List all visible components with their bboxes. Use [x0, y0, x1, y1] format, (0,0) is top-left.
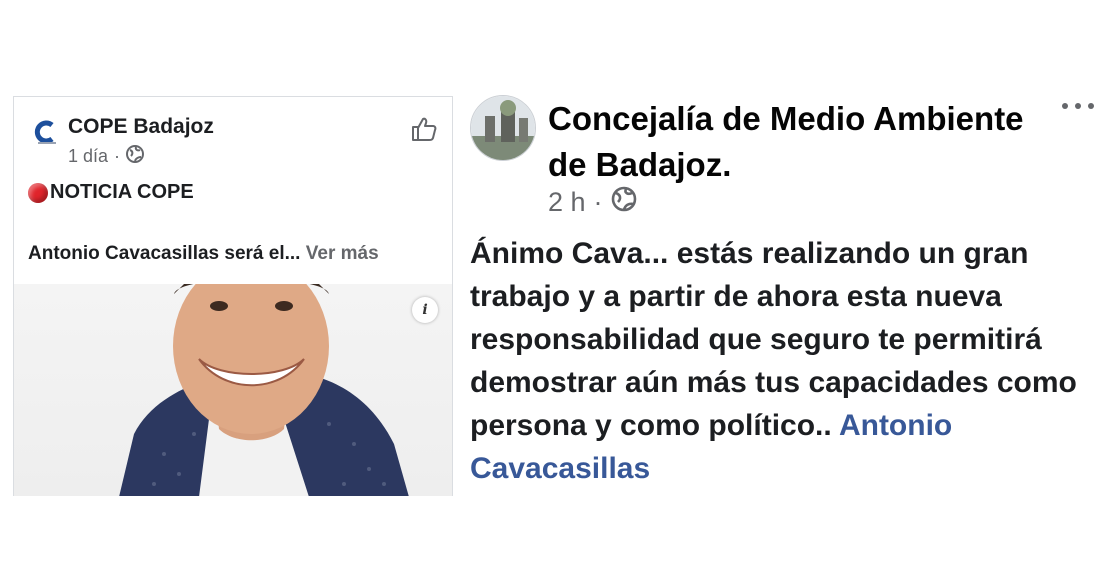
post-photo[interactable]	[14, 284, 452, 496]
separator: ·	[593, 187, 603, 217]
post-summary: Antonio Cavacasillas será el... Ver más	[28, 243, 379, 265]
thumbs-up-icon[interactable]	[410, 115, 438, 143]
headline: NOTICIA COPE	[28, 181, 194, 204]
shared-post-card[interactable]: COPE Badajoz 1 día · NOTICIA COPE Antoni…	[13, 96, 453, 496]
dot	[1075, 103, 1081, 109]
info-icon[interactable]: i	[412, 297, 438, 323]
avatar[interactable]	[470, 95, 536, 161]
headline-text: NOTICIA COPE	[50, 181, 194, 203]
post-meta: 2 h ·	[548, 186, 637, 219]
timestamp[interactable]: 2 h	[548, 187, 586, 218]
dot	[1062, 103, 1068, 109]
timestamp[interactable]: 1 día	[68, 146, 108, 167]
page-name[interactable]: COPE Badajoz	[68, 115, 214, 139]
post-author[interactable]: Concejalía de Medio Ambiente de Badajoz.	[548, 96, 1048, 188]
see-more-link[interactable]: Ver más	[306, 243, 379, 264]
globe-icon	[611, 186, 637, 219]
post-meta: 1 día ·	[68, 145, 145, 168]
post-body: Ánimo Cava... estás realizando un gran t…	[470, 232, 1080, 490]
cope-logo-icon[interactable]	[32, 117, 62, 147]
summary-text: Antonio Cavacasillas será el...	[28, 243, 301, 264]
globe-icon	[126, 145, 145, 168]
post-text: Ánimo Cava... estás realizando un gran t…	[470, 237, 1077, 442]
separator: ·	[114, 146, 121, 166]
more-options-icon[interactable]	[1062, 96, 1094, 116]
red-circle-icon	[28, 182, 48, 203]
dot	[1088, 103, 1094, 109]
